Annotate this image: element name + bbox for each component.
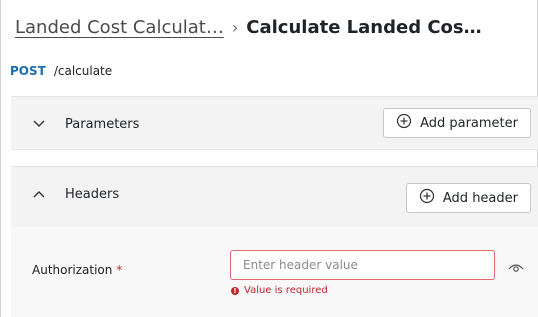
- plus-circle-icon: [419, 188, 435, 208]
- endpoint-line: POST /calculate: [10, 64, 112, 78]
- add-parameter-button[interactable]: Add parameter: [383, 108, 531, 138]
- authorization-label-text: Authorization: [32, 263, 113, 277]
- headers-body: Authorization * ! Value is required: [11, 227, 538, 317]
- authorization-error: ! Value is required: [231, 285, 328, 296]
- authorization-error-text: Value is required: [244, 285, 328, 296]
- parameters-section: Parameters Add parameter: [11, 96, 538, 150]
- headers-title: Headers: [65, 186, 120, 202]
- breadcrumb-separator: ›: [231, 17, 239, 37]
- http-method: POST: [10, 64, 46, 78]
- error-icon: !: [231, 286, 239, 295]
- eye-toggle-icon[interactable]: [508, 259, 524, 272]
- chevron-up-icon[interactable]: [29, 184, 49, 204]
- plus-circle-icon: [396, 113, 412, 133]
- chevron-down-icon[interactable]: [29, 114, 49, 134]
- parameters-title: Parameters: [65, 116, 140, 132]
- add-header-button[interactable]: Add header: [405, 183, 531, 213]
- authorization-input[interactable]: [230, 250, 495, 280]
- authorization-label: Authorization *: [32, 263, 122, 277]
- breadcrumb-parent-link[interactable]: Landed Cost Calculat…: [15, 17, 224, 38]
- required-marker: *: [116, 263, 123, 277]
- page-frame: Landed Cost Calculat… › Calculate Landed…: [0, 0, 538, 317]
- endpoint-path: /calculate: [53, 64, 113, 78]
- add-parameter-label: Add parameter: [420, 115, 518, 131]
- breadcrumb: Landed Cost Calculat… › Calculate Landed…: [15, 10, 482, 44]
- headers-section: Headers Add header Authorization * ! Val…: [11, 166, 538, 317]
- page-title: Calculate Landed Cos…: [246, 16, 482, 38]
- add-header-label: Add header: [442, 190, 518, 206]
